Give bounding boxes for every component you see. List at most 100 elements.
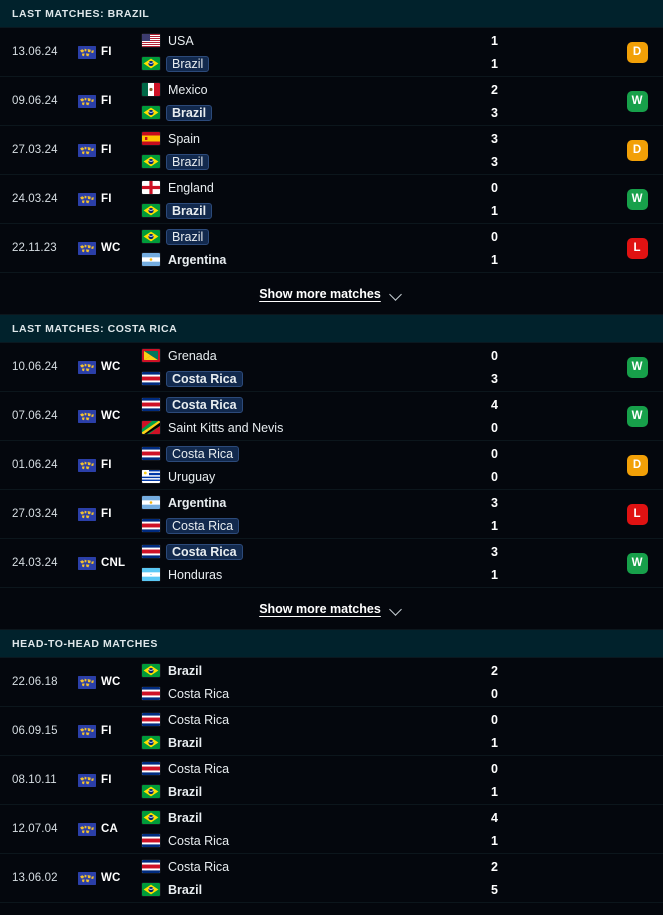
match-row[interactable]: 06.09.15 FI Costa Rica Brazil 0 1 (0, 707, 663, 756)
match-row[interactable]: 22.06.18 WC Brazil Costa Rica 2 0 (0, 658, 663, 707)
match-date: 09.06.24 (12, 95, 58, 107)
home-score: 4 (491, 397, 498, 412)
away-score: 3 (491, 154, 498, 169)
result-cell: W (611, 343, 663, 391)
competition-cell[interactable]: FI (78, 126, 138, 174)
home-team-name[interactable]: Costa Rica (168, 712, 229, 728)
competition-cell[interactable]: FI (78, 175, 138, 223)
competition-cell[interactable]: FI (78, 490, 138, 538)
home-score: 0 (491, 348, 498, 363)
match-date: 13.06.02 (12, 872, 58, 884)
competition-code: CNL (101, 557, 126, 569)
competition-cell[interactable]: CA (78, 805, 138, 853)
match-row[interactable]: 22.11.23 WC Brazil Argentina 0 1 L (0, 224, 663, 273)
home-score: 2 (491, 82, 498, 97)
away-team-line: Costa Rica (142, 370, 491, 387)
home-team-name[interactable]: Brazil (166, 228, 210, 245)
match-row[interactable]: 09.06.24 FI Mexico Brazil 2 3 W (0, 77, 663, 126)
match-row[interactable]: 07.06.24 WC Costa Rica Saint Kitts and Nevi… (0, 392, 663, 441)
result-cell (611, 658, 663, 706)
teams-cell: USA Brazil (138, 28, 491, 76)
score-cell: 25 (491, 854, 611, 902)
teams-cell: England Brazil (138, 175, 491, 223)
match-date: 13.06.24 (12, 46, 58, 58)
competition-cell[interactable]: WC (78, 343, 138, 391)
away-team-name[interactable]: Costa Rica (166, 370, 243, 387)
away-score-line: 0 (491, 686, 611, 702)
competition-cell[interactable]: FI (78, 441, 138, 489)
home-team-name[interactable]: Costa Rica (166, 396, 243, 413)
away-team-name[interactable]: Brazil (168, 882, 202, 898)
away-team-name[interactable]: Argentina (168, 252, 226, 268)
result-cell (611, 805, 663, 853)
match-row[interactable]: 08.10.11 FI Costa Rica Brazil 0 1 (0, 756, 663, 805)
competition-cell[interactable]: WC (78, 658, 138, 706)
flag-icon-cr (142, 860, 160, 873)
show-more-matches-button[interactable]: Show more matches (0, 273, 663, 315)
teams-cell: Brazil Costa Rica (138, 805, 491, 853)
away-team-name[interactable]: Brazil (168, 735, 202, 751)
home-team-name[interactable]: Spain (168, 131, 200, 147)
home-team-name[interactable]: Brazil (168, 663, 202, 679)
away-team-name[interactable]: Brazil (166, 202, 213, 219)
home-team-name[interactable]: Costa Rica (166, 445, 240, 462)
flag-icon-cr (142, 398, 160, 411)
match-row[interactable]: 13.06.02 WC Costa Rica Brazil 2 5 (0, 854, 663, 903)
home-team-name[interactable]: England (168, 180, 214, 196)
flag-icon-cr (142, 762, 160, 775)
away-team-name[interactable]: Brazil (166, 153, 210, 170)
away-team-name[interactable]: Costa Rica (168, 833, 229, 849)
home-team-line: Mexico (142, 82, 491, 98)
competition-cell[interactable]: FI (78, 707, 138, 755)
home-score-line: 3 (491, 131, 611, 147)
score-cell: 11 (491, 28, 611, 76)
away-team-name[interactable]: Brazil (168, 784, 202, 800)
teams-cell: Brazil Costa Rica (138, 658, 491, 706)
match-row[interactable]: 24.03.24 CNL Costa Rica Honduras 3 1 W (0, 539, 663, 588)
flag-icon-gb-eng (142, 181, 160, 194)
home-score-line: 3 (491, 495, 611, 511)
world-map-icon (78, 192, 96, 206)
away-team-name[interactable]: Brazil (166, 55, 210, 72)
match-row[interactable]: 27.03.24 FI Argentina Costa Rica 3 1 L (0, 490, 663, 539)
match-row[interactable]: 13.06.24 FI USA Brazil 1 1 D (0, 28, 663, 77)
away-team-name[interactable]: Uruguay (168, 469, 215, 485)
away-score: 5 (491, 882, 498, 897)
home-team-name[interactable]: Mexico (168, 82, 208, 98)
away-team-name[interactable]: Costa Rica (166, 517, 240, 534)
show-more-matches-button[interactable]: Show more matches (0, 588, 663, 630)
home-team-name[interactable]: Argentina (168, 495, 226, 511)
competition-cell[interactable]: WC (78, 392, 138, 440)
match-row[interactable]: 10.06.24 WC Grenada Costa Rica 0 3 W (0, 343, 663, 392)
status-badge: D (626, 41, 648, 63)
match-row[interactable]: 27.03.24 FI Spain Brazil 3 3 D (0, 126, 663, 175)
flag-icon-ar (142, 253, 160, 266)
away-team-name[interactable]: Saint Kitts and Nevis (168, 420, 283, 436)
teams-cell: Costa Rica Saint Kitts and Nevis (138, 392, 491, 440)
home-team-name[interactable]: Costa Rica (166, 543, 243, 560)
world-map-icon (78, 507, 96, 521)
competition-cell[interactable]: FI (78, 756, 138, 804)
competition-cell[interactable]: WC (78, 854, 138, 902)
home-team-name[interactable]: USA (168, 33, 194, 49)
competition-cell[interactable]: CNL (78, 539, 138, 587)
score-cell: 01 (491, 175, 611, 223)
home-team-name[interactable]: Grenada (168, 348, 217, 364)
flag-icon-mx (142, 83, 160, 96)
home-team-name[interactable]: Costa Rica (168, 859, 229, 875)
away-team-name[interactable]: Brazil (166, 104, 213, 121)
away-team-name[interactable]: Costa Rica (168, 686, 229, 702)
competition-cell[interactable]: FI (78, 28, 138, 76)
away-score-line: 1 (491, 567, 611, 583)
home-team-name[interactable]: Costa Rica (168, 761, 229, 777)
competition-cell[interactable]: WC (78, 224, 138, 272)
away-team-name[interactable]: Honduras (168, 567, 222, 583)
home-team-name[interactable]: Brazil (168, 810, 202, 826)
competition-cell[interactable]: FI (78, 77, 138, 125)
match-row[interactable]: 01.06.24 FI Costa Rica Uruguay 0 0 D (0, 441, 663, 490)
match-row[interactable]: 12.07.04 CA Brazil Costa Rica 4 1 (0, 805, 663, 854)
match-row[interactable]: 24.03.24 FI England Brazil 0 1 W (0, 175, 663, 224)
score-cell: 00 (491, 441, 611, 489)
away-score: 0 (491, 420, 498, 435)
away-team-line: Brazil (142, 153, 491, 170)
